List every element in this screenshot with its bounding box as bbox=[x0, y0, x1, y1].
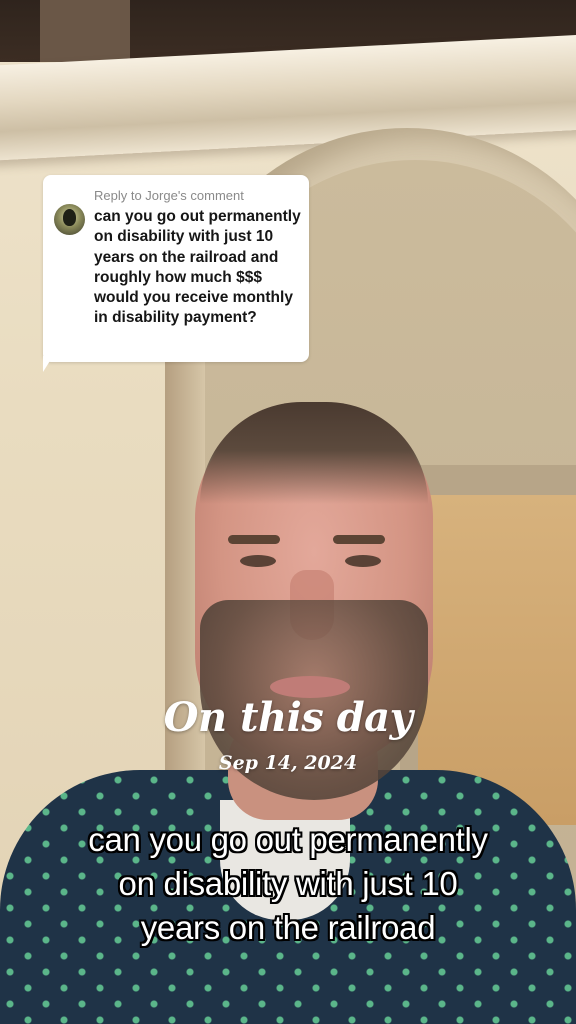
reply-header: Reply to Jorge's comment bbox=[94, 188, 244, 203]
caption-line: can you go out permanently bbox=[88, 821, 488, 858]
window-frame bbox=[40, 0, 130, 62]
person-brow-right bbox=[333, 535, 385, 544]
reply-comment-bubble[interactable]: Reply to Jorge's comment can you go out … bbox=[43, 175, 309, 362]
reply-comment-text: can you go out permanently on disability… bbox=[94, 208, 301, 327]
on-this-day-title: On this day bbox=[163, 694, 413, 741]
commenter-avatar[interactable] bbox=[54, 204, 85, 235]
reply-bubble-tail bbox=[43, 356, 53, 372]
caption-line: on disability with just 10 bbox=[118, 865, 458, 902]
person-eye-left bbox=[240, 555, 276, 567]
video-caption: can you go out permanently on disability… bbox=[20, 818, 556, 950]
video-frame[interactable]: { "reply": { "header": "Reply to Jorge's… bbox=[0, 0, 576, 1024]
person-brow-left bbox=[228, 535, 280, 544]
person-eye-right bbox=[345, 555, 381, 567]
alien-avatar-icon bbox=[63, 209, 76, 226]
caption-line: years on the railroad bbox=[140, 909, 436, 946]
on-this-day-date: Sep 14, 2024 bbox=[218, 752, 358, 774]
